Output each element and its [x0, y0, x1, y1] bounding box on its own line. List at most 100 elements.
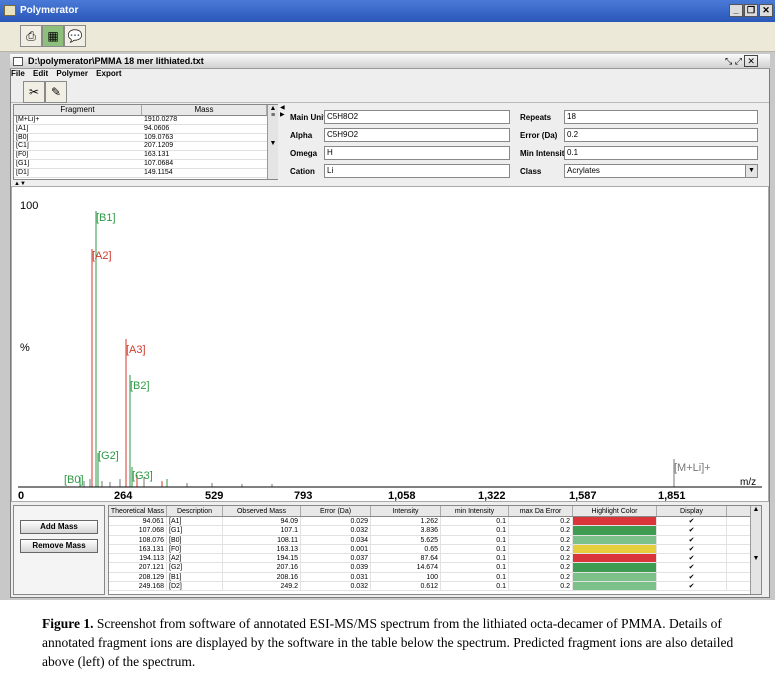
results-row[interactable]: 163.131 [F0] 163.13 0.001 0.65 0.1 0.2 ✔ [109, 544, 761, 555]
spectrum-panel: 100 % [B1] [A2] [A3] [B2] [G2] [G3] [B0] [M+Li]… [11, 186, 769, 502]
cation-label: Cation [290, 167, 315, 176]
results-column-header[interactable]: min Intensity [441, 506, 509, 516]
results-cell-obs: 194.15 [223, 554, 301, 563]
main-unit-input[interactable]: C5H8O2 [324, 110, 510, 124]
fragment-row[interactable]: [C1] 207.1209 [14, 142, 277, 152]
display-checkbox[interactable]: ✔ [657, 535, 727, 544]
results-cell-maxerr: 0.2 [509, 563, 573, 572]
results-cell-minint: 0.1 [441, 535, 509, 544]
results-column-header[interactable]: max Da Error [509, 506, 573, 516]
minimize-button[interactable]: _ [729, 4, 743, 17]
fragment-row[interactable]: [M+Li]+ 1910.0278 [14, 116, 277, 125]
results-table: Theoretical Mass Description Observed Mass… [108, 505, 762, 595]
peak-annotation: [A2] [92, 250, 112, 262]
class-label: Class [520, 167, 542, 176]
results-column-header[interactable]: Highlight Color [573, 506, 657, 516]
highlight-color-swatch[interactable] [573, 582, 657, 591]
column-mass[interactable]: Mass [142, 105, 267, 115]
highlight-color-swatch[interactable] [573, 535, 657, 544]
display-checkbox[interactable]: ✔ [657, 554, 727, 563]
results-cell-err: 0.001 [301, 544, 371, 554]
repeats-input[interactable]: 18 [564, 110, 758, 124]
highlight-color-swatch[interactable] [573, 563, 657, 572]
results-column-header[interactable]: Description [167, 506, 223, 516]
results-cell-err: 0.032 [301, 582, 371, 591]
error-input[interactable]: 0.2 [564, 128, 758, 142]
fragment-row[interactable]: [F0] 163.131 [14, 151, 277, 160]
min-intensity-input[interactable]: 0.1 [564, 146, 758, 160]
results-scrollbar[interactable]: ▲ ▼ [750, 506, 761, 594]
fragment-row[interactable]: [B0] 109.0763 [14, 134, 277, 143]
app-title-bar: Polymerator [0, 0, 775, 22]
x-unit-label: m/z [740, 477, 756, 488]
results-row[interactable]: 249.168 [D2] 249.2 0.032 0.612 0.1 0.2 ✔ [109, 582, 761, 592]
results-cell-int: 100 [371, 572, 441, 582]
results-column-header[interactable]: Observed Mass [223, 506, 301, 516]
alpha-input[interactable]: C5H9O2 [324, 128, 510, 142]
results-cell-err: 0.031 [301, 572, 371, 582]
display-checkbox[interactable]: ✔ [657, 563, 727, 572]
menu-export[interactable]: Export [96, 69, 121, 78]
cation-input[interactable]: Li [324, 164, 510, 178]
results-row[interactable]: 194.113 [A2] 194.15 0.037 87.64 0.1 0.2 ✔ [109, 554, 761, 564]
x-tick-label: 264 [114, 490, 133, 501]
results-row[interactable]: 107.068 [G1] 107.1 0.032 3.836 0.1 0.2 ✔ [109, 526, 761, 536]
fragment-cell: [G1] [16, 159, 30, 167]
display-checkbox[interactable]: ✔ [657, 526, 727, 535]
display-checkbox[interactable]: ✔ [657, 582, 727, 591]
menu-polymer[interactable]: Polymer [56, 69, 88, 78]
print-icon[interactable]: ⎙ [20, 25, 42, 47]
results-cell-err: 0.029 [301, 517, 371, 526]
highlight-color-swatch[interactable] [573, 572, 657, 582]
results-row[interactable]: 94.061 [A1] 94.09 0.029 1.262 0.1 0.2 ✔ [109, 517, 761, 527]
results-column-header[interactable]: Error (Da) [301, 506, 371, 516]
close-button[interactable]: ✕ [759, 4, 773, 17]
chevron-down-icon[interactable]: ▼ [745, 165, 757, 177]
highlight-color-swatch[interactable] [573, 544, 657, 554]
omega-input[interactable]: H [324, 146, 510, 160]
caption-label: Figure 1. [42, 616, 94, 631]
menu-file[interactable]: File [11, 69, 25, 78]
results-cell-minint: 0.1 [441, 572, 509, 582]
y-mid-label: % [20, 342, 30, 354]
x-tick-label: 529 [205, 490, 223, 501]
class-select[interactable]: Acrylates ▼ [564, 164, 758, 178]
highlight-color-swatch[interactable] [573, 526, 657, 535]
results-column-header[interactable]: Intensity [371, 506, 441, 516]
maximize-button[interactable]: ❐ [744, 4, 758, 17]
chat-bubble-icon[interactable]: 💬 [64, 25, 86, 47]
app-title: Polymerator [20, 5, 79, 16]
fragment-cell: [A1] [16, 124, 29, 132]
edit-icon[interactable]: ✎ [45, 81, 67, 103]
display-checkbox[interactable]: ✔ [657, 572, 727, 582]
display-checkbox[interactable]: ✔ [657, 544, 727, 554]
menu-edit[interactable]: Edit [33, 69, 48, 78]
fragment-row[interactable]: [G1] 107.0684 [14, 160, 277, 169]
scissors-icon[interactable]: ✂ [23, 81, 45, 103]
fragment-scrollbar[interactable]: ▲ ≡ ▼ [267, 105, 278, 179]
display-checkbox[interactable]: ✔ [657, 517, 727, 526]
highlight-color-swatch[interactable] [573, 517, 657, 526]
results-row[interactable]: 108.076 [B0] 108.11 0.034 5.625 0.1 0.2 ✔ [109, 535, 761, 545]
results-row[interactable]: 207.121 [G2] 207.16 0.039 14.674 0.1 0.2 ✔ [109, 563, 761, 573]
fragment-row[interactable]: [D1] 149.1154 [14, 169, 277, 178]
caption-text: Screenshot from software of annotated ES… [42, 616, 734, 669]
highlight-color-swatch[interactable] [573, 554, 657, 563]
peak-annotation: [A3] [126, 344, 146, 356]
results-row[interactable]: 208.129 [B1] 208.16 0.031 100 0.1 0.2 ✔ [109, 572, 761, 583]
results-cell-int: 87.64 [371, 554, 441, 563]
add-mass-button[interactable]: Add Mass [20, 520, 98, 534]
fragment-row[interactable]: [A1] 94.0606 [14, 125, 277, 134]
remove-mass-button[interactable]: Remove Mass [20, 539, 98, 553]
spreadsheet-icon[interactable]: ▦ [42, 25, 64, 47]
results-cell-theo: 207.121 [109, 563, 167, 572]
results-cell-obs: 208.16 [223, 572, 301, 582]
results-column-header[interactable]: Display [657, 506, 727, 516]
results-column-header[interactable]: Theoretical Mass [109, 506, 167, 516]
figure-caption: Figure 1. Screenshot from software of an… [42, 614, 742, 671]
column-fragment[interactable]: Fragment [14, 105, 142, 115]
splitter-arrows[interactable]: ◀ ▶ [280, 104, 286, 180]
peak-annotation: [B0] [64, 474, 84, 486]
fragment-cell: [M+Li]+ [16, 116, 40, 123]
document-window-controls[interactable]: ⤡ ⤢ ✕ [725, 55, 758, 67]
